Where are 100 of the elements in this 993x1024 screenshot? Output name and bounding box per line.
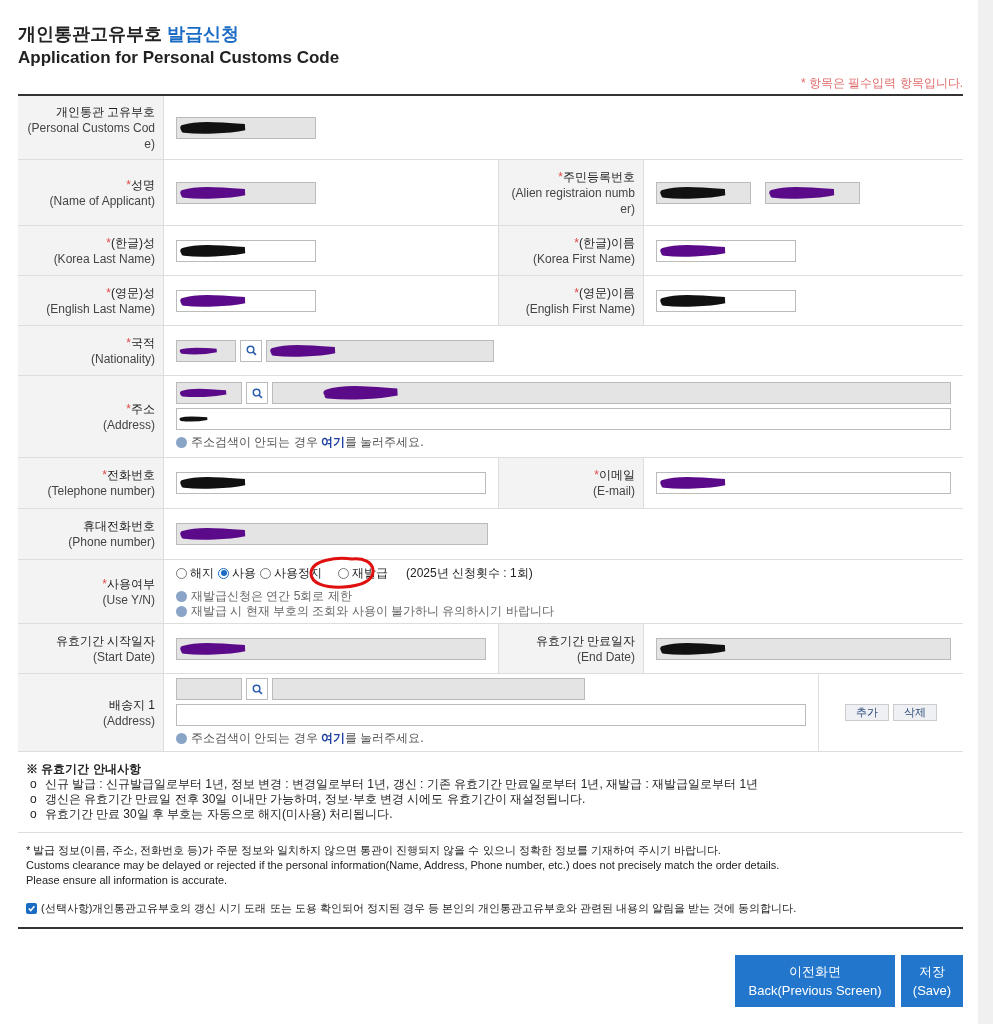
hint-text: 주소검색이 안되는 경우 여기를 눌러주세요. bbox=[191, 434, 424, 451]
info-icon bbox=[176, 591, 187, 602]
input-field[interactable] bbox=[176, 289, 316, 312]
required-mark: * bbox=[126, 334, 131, 351]
input-field[interactable] bbox=[272, 382, 951, 404]
input-field[interactable] bbox=[176, 339, 236, 362]
consent-checkbox[interactable] bbox=[26, 902, 37, 914]
input-field[interactable] bbox=[176, 678, 242, 700]
required-mark: * bbox=[558, 168, 563, 185]
radio-option[interactable]: 사용 bbox=[218, 564, 256, 582]
field-label: 전화번호 bbox=[107, 467, 155, 483]
info-icon bbox=[176, 436, 187, 448]
field-label: (Start Date) bbox=[93, 648, 155, 665]
info-icon bbox=[176, 732, 187, 744]
input-field[interactable] bbox=[656, 289, 796, 312]
field-label: 유효기간 만료일자 bbox=[535, 632, 635, 649]
field-label: (Alien registraion number) bbox=[510, 184, 635, 217]
search-button[interactable] bbox=[240, 339, 262, 362]
field-label: 국적 bbox=[131, 334, 155, 351]
row-action-button[interactable]: 삭제 bbox=[893, 704, 937, 721]
field-label: (Telephone number) bbox=[47, 483, 155, 499]
required-mark: * bbox=[574, 234, 579, 251]
search-icon bbox=[251, 387, 263, 399]
field-label: (Phone number) bbox=[68, 534, 155, 550]
field-label: (English Last Name) bbox=[46, 300, 155, 317]
input-field[interactable] bbox=[176, 637, 486, 660]
field-label: (Korea Last Name) bbox=[53, 250, 155, 267]
field-label: (한글)이름 bbox=[579, 234, 635, 251]
here-link[interactable]: 여기 bbox=[321, 435, 345, 449]
note-text: 재발급신청은 연간 5회로 제한 bbox=[191, 589, 352, 604]
field-label: (Nationality) bbox=[90, 350, 155, 367]
input-field[interactable] bbox=[176, 382, 242, 404]
input-field[interactable] bbox=[656, 472, 951, 494]
field-label: (영문)성 bbox=[111, 284, 155, 301]
input-field[interactable] bbox=[176, 181, 316, 204]
required-mark: * bbox=[106, 284, 111, 301]
note-text: 유효기간 만료 30일 후 부호는 자동으로 해지(미사용) 처리됩니다. bbox=[44, 807, 393, 822]
hint-text: 주소검색이 안되는 경우 여기를 눌러주세요. bbox=[191, 730, 424, 747]
input-field[interactable] bbox=[656, 239, 796, 262]
field-label: 배송지 1 bbox=[109, 696, 155, 713]
bullet-mark: o bbox=[30, 807, 37, 822]
radio-option[interactable]: 해지 bbox=[176, 564, 214, 582]
required-mark: * bbox=[594, 467, 599, 483]
field-label: (한글)성 bbox=[111, 234, 155, 251]
required-mark: * bbox=[574, 284, 579, 301]
field-label: 주소 bbox=[131, 400, 155, 417]
input-field[interactable] bbox=[176, 116, 316, 139]
search-icon bbox=[245, 345, 257, 356]
disclaimer-text: Please ensure all information is accurate. bbox=[26, 873, 229, 888]
field-label: (영문)이름 bbox=[579, 284, 635, 301]
back-button[interactable]: 이전화면 Back(Previous Screen) bbox=[735, 954, 895, 1007]
page-subtitle: Application for Personal Customs Code bbox=[18, 47, 341, 69]
input-field[interactable] bbox=[176, 239, 316, 262]
required-mark: * bbox=[102, 467, 107, 483]
search-button[interactable] bbox=[246, 382, 268, 404]
field-label: (Use Y/N) bbox=[102, 591, 155, 608]
search-icon bbox=[251, 683, 263, 695]
usage-count-text: (2025년 신청횟수 : 1회) bbox=[406, 565, 533, 582]
field-label: 성명 bbox=[131, 176, 155, 193]
title-highlight: 발급신청 bbox=[167, 24, 239, 44]
field-label: 유효기간 시작일자 bbox=[55, 632, 155, 649]
field-label: 사용여부 bbox=[107, 575, 155, 592]
bullet-mark: o bbox=[30, 777, 37, 792]
here-link[interactable]: 여기 bbox=[321, 731, 345, 745]
input-field[interactable] bbox=[176, 472, 486, 494]
field-label: (Personal Customs Code) bbox=[26, 119, 155, 152]
field-label: (English First Name) bbox=[525, 300, 635, 317]
row-action-button[interactable]: 추가 bbox=[845, 704, 889, 721]
bullet-mark: o bbox=[30, 792, 37, 807]
required-note: * 항목은 필수입력 항목입니다. bbox=[801, 75, 963, 92]
input-field[interactable] bbox=[176, 523, 488, 545]
note-text: 갱신은 유효기간 만료일 전후 30일 이내만 가능하며, 정보·부호 변경 시에도 유효기간이 재설정됩니다. bbox=[44, 792, 586, 807]
save-button[interactable]: 저장 (Save) bbox=[901, 954, 963, 1007]
note-text: 신규 발급 : 신규발급일로부터 1년, 정보 변경 : 변경일로부터 1년, 갱신 : 기존 유효기간 만료일로부터 1년, 재발급 : 재발급일로부터 1년 bbox=[44, 777, 759, 792]
search-button[interactable] bbox=[246, 678, 268, 700]
disclaimer-text: Customs clearance may be delayed or rejected if the personal information(Name, Address, Phone number, etc.) does not precisely match the order details. bbox=[26, 858, 781, 873]
input-field[interactable] bbox=[176, 408, 951, 430]
field-label: 개인통관 고유부호 bbox=[55, 103, 155, 120]
field-label: 휴대전화번호 bbox=[83, 518, 155, 534]
field-label: (Korea First Name) bbox=[532, 250, 635, 267]
input-field[interactable] bbox=[176, 704, 806, 726]
field-label: (Address) bbox=[103, 416, 155, 433]
info-icon bbox=[176, 606, 187, 617]
required-mark: * bbox=[106, 234, 111, 251]
input-field[interactable] bbox=[272, 678, 585, 700]
required-mark: * bbox=[126, 400, 131, 417]
input-field[interactable] bbox=[656, 181, 751, 204]
notes-heading: ※ 유효기간 안내사항 bbox=[26, 762, 142, 777]
consent-text: (선택사항)개인통관고유부호의 갱신 시기 도래 또는 도용 확인되어 정지된 경우 등 본인의 개인통관고유부호와 관련된 내용의 알림을 받는 것에 동의합니다. bbox=[41, 901, 797, 916]
required-mark: * bbox=[126, 176, 131, 193]
input-field[interactable] bbox=[266, 339, 494, 362]
required-mark: * bbox=[102, 575, 107, 592]
field-label: (Address) bbox=[103, 712, 155, 729]
note-text: 재발급 시 현재 부호의 조회와 사용이 불가하니 유의하시기 바랍니다 bbox=[191, 604, 554, 619]
field-label: 주민등록번호 bbox=[563, 168, 635, 185]
field-label: 이메일 bbox=[599, 467, 635, 483]
page-title: 개인통관고유부호 bbox=[18, 24, 163, 44]
input-field[interactable] bbox=[765, 181, 860, 204]
input-field[interactable] bbox=[656, 637, 951, 660]
field-label: (E-mail) bbox=[593, 483, 635, 499]
